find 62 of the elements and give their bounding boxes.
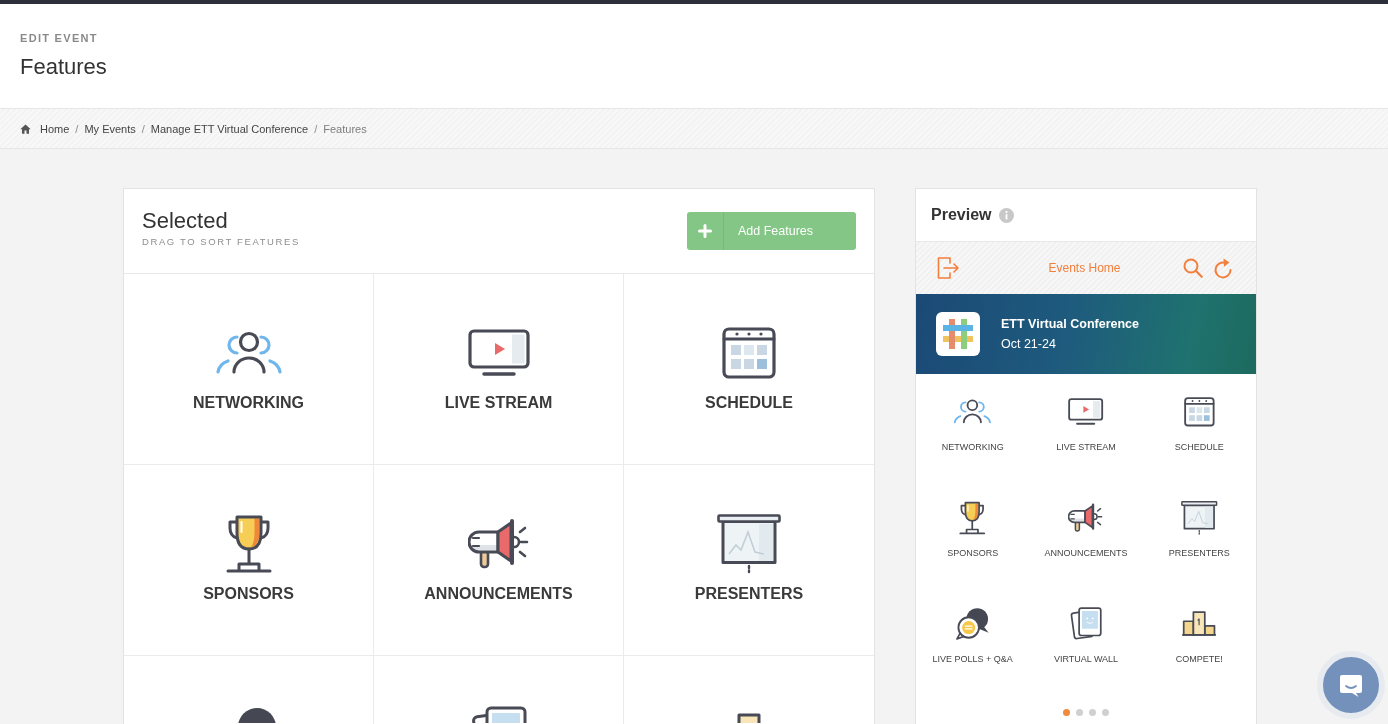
breadcrumb-link[interactable]: My Events xyxy=(84,122,136,135)
projector-screen-icon xyxy=(1181,500,1218,536)
circular-arrow-icon[interactable] xyxy=(1213,257,1233,279)
speech-bubbles-icon xyxy=(955,607,991,641)
feature-tile[interactable]: SCHEDULE xyxy=(624,274,874,465)
feature-tile[interactable]: LIVE STREAM xyxy=(374,274,624,465)
breadcrumb-current: Features xyxy=(323,122,367,135)
podium-icon xyxy=(1182,611,1217,637)
breadcrumb-separator: / xyxy=(75,122,79,135)
breadcrumb-link[interactable]: Home xyxy=(20,122,70,135)
people-group-icon xyxy=(214,331,283,375)
plus-icon xyxy=(698,224,712,238)
feature-label: COMPETE! xyxy=(1175,653,1223,665)
calendar-icon xyxy=(722,327,776,379)
tv-play-icon xyxy=(467,329,530,377)
feature-label: LIVE POLLS + Q&A xyxy=(932,653,1013,665)
page-dot[interactable] xyxy=(1089,709,1096,716)
megaphone-icon xyxy=(1068,503,1104,533)
feature-label: SPONSORS xyxy=(947,547,999,559)
breadcrumb-link[interactable]: Manage ETT Virtual Conference xyxy=(150,122,309,135)
feature-label: SCHEDULE xyxy=(1174,441,1224,453)
megaphone-icon xyxy=(467,518,530,570)
feature-label: LIVE STREAM xyxy=(444,393,553,413)
panel-subtitle: DRAG TO SORT FEATURES xyxy=(142,236,300,248)
feature-label: LIVE STREAM xyxy=(1056,441,1116,453)
feature-tile[interactable]: ANNOUNCEMENTS xyxy=(374,465,624,656)
hashtag-logo-icon xyxy=(936,312,980,356)
panel-title: Selected xyxy=(142,208,229,234)
feature-label: ANNOUNCEMENTS xyxy=(1044,547,1128,559)
feature-label: NETWORKING xyxy=(941,441,1004,453)
panel-title: Preview xyxy=(931,206,992,224)
event-name: ETT Virtual Conference xyxy=(1001,316,1139,332)
feature-label: PRESENTERS xyxy=(1168,547,1230,559)
projector-screen-icon xyxy=(717,514,781,574)
trophy-icon xyxy=(958,500,987,536)
search-icon[interactable] xyxy=(1183,258,1203,278)
feature-label: ANNOUNCEMENTS xyxy=(424,584,573,604)
exit-arrow-icon[interactable] xyxy=(936,256,960,280)
page-dot[interactable] xyxy=(1102,709,1109,716)
breadcrumb-separator: / xyxy=(314,122,318,135)
feature-label: NETWORKING xyxy=(192,393,305,413)
feature-tile[interactable]: PRESENTERS xyxy=(624,465,874,656)
house-icon xyxy=(20,123,31,134)
page-dot[interactable] xyxy=(1063,709,1070,716)
calendar-icon xyxy=(1183,397,1215,427)
event-dates: Oct 21-24 xyxy=(1001,336,1057,352)
tv-play-icon xyxy=(1068,398,1104,426)
feature-label: SPONSORS xyxy=(203,584,294,604)
people-group-icon xyxy=(953,399,993,425)
app-bar-title: Events Home xyxy=(1048,261,1121,275)
page-dot[interactable] xyxy=(1076,709,1083,716)
page-overline: EDIT EVENT xyxy=(20,31,99,45)
page-title: Features xyxy=(20,53,108,81)
feature-tile[interactable]: SPONSORS xyxy=(124,465,374,656)
feature-label: SCHEDULE xyxy=(705,393,793,413)
feature-label: VIRTUAL WALL xyxy=(1053,653,1119,665)
feature-tile[interactable]: NETWORKING xyxy=(124,274,374,465)
photo-cards-icon xyxy=(1070,607,1102,641)
breadcrumb-separator: / xyxy=(141,122,145,135)
chat-bubble-icon xyxy=(1338,672,1364,698)
info-icon[interactable] xyxy=(999,207,1015,223)
feature-label: PRESENTERS xyxy=(694,584,804,604)
